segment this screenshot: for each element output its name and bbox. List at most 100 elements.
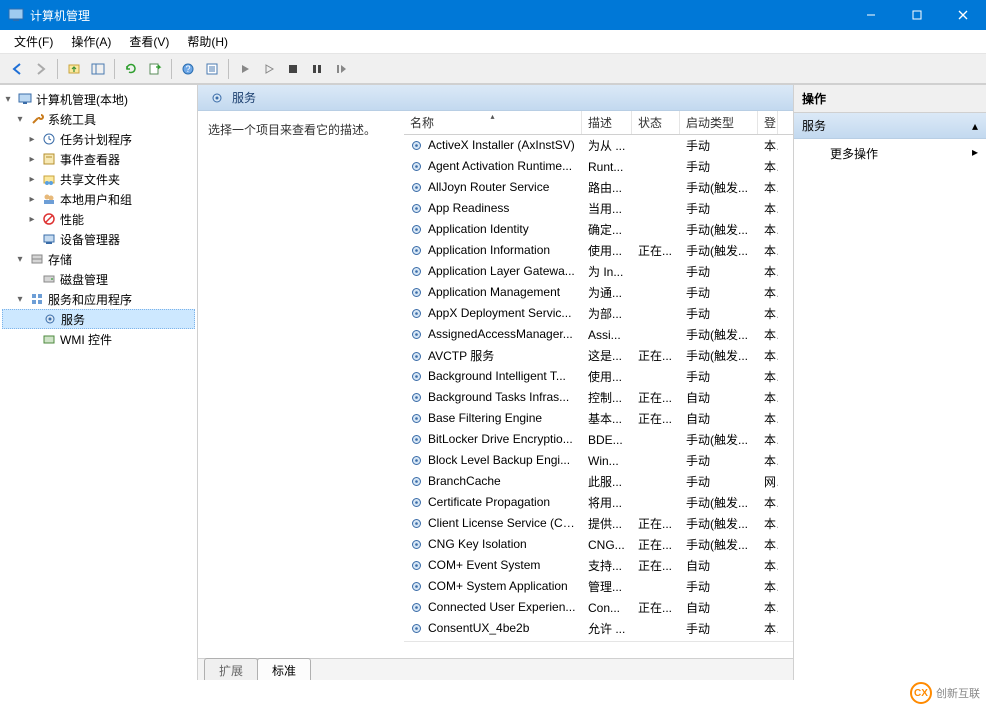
tree-task-scheduler[interactable]: ▸ 任务计划程序	[2, 129, 195, 149]
service-row[interactable]: COM+ Event System支持...正在...自动本	[404, 555, 793, 576]
show-hide-tree-button[interactable]	[87, 58, 109, 80]
tree-disk-management[interactable]: 磁盘管理	[2, 269, 195, 289]
tab-standard[interactable]: 标准	[257, 658, 311, 680]
service-row[interactable]: Base Filtering Engine基本...正在...自动本	[404, 408, 793, 429]
minimize-button[interactable]	[848, 0, 894, 30]
menu-file[interactable]: 文件(F)	[6, 30, 61, 53]
service-row[interactable]: COM+ System Application管理...手动本	[404, 576, 793, 597]
service-row[interactable]: CNG Key IsolationCNG...正在...手动(触发...本	[404, 534, 793, 555]
service-row[interactable]: Certificate Propagation将用...手动(触发...本	[404, 492, 793, 513]
expand-icon[interactable]: ▸	[26, 174, 38, 185]
column-status[interactable]: 状态	[632, 111, 680, 134]
service-row[interactable]: AppX Deployment Servic...为部...手动本	[404, 303, 793, 324]
device-icon	[41, 231, 57, 247]
tree-root[interactable]: ▾ 计算机管理(本地)	[2, 89, 195, 109]
back-button[interactable]	[6, 58, 28, 80]
service-row[interactable]: Background Intelligent T...使用...手动本	[404, 366, 793, 387]
gear-icon	[410, 160, 424, 174]
view-tabs: 扩展 标准	[198, 658, 793, 680]
maximize-button[interactable]	[894, 0, 940, 30]
service-row[interactable]: Agent Activation Runtime...Runt...手动本	[404, 156, 793, 177]
expand-icon[interactable]: ▸	[26, 154, 38, 165]
refresh-button[interactable]	[120, 58, 142, 80]
service-row[interactable]: App Readiness当用...手动本	[404, 198, 793, 219]
tree-performance[interactable]: ▸ 性能	[2, 209, 195, 229]
collapse-icon[interactable]: ▾	[14, 114, 26, 125]
cell-logon: 本	[758, 534, 778, 555]
service-row[interactable]: Application Management为通...手动本	[404, 282, 793, 303]
service-row[interactable]: ConsentUX_4be2b允许 ...手动本	[404, 618, 793, 639]
actions-more[interactable]: 更多操作 ▸	[794, 139, 986, 168]
service-row[interactable]: Application Layer Gatewa...为 In...手动本	[404, 261, 793, 282]
actions-pane: 操作 服务 ▴ 更多操作 ▸	[794, 85, 986, 680]
cell-name: ActiveX Installer (AxInstSV)	[404, 136, 582, 155]
tree-storage[interactable]: ▾ 存储	[2, 249, 195, 269]
service-row[interactable]: AllJoyn Router Service路由...手动(触发...本	[404, 177, 793, 198]
start-service-button[interactable]	[234, 58, 256, 80]
service-row[interactable]: BitLocker Drive Encryptio...BDE...手动(触发.…	[404, 429, 793, 450]
cell-logon: 本	[758, 387, 778, 408]
collapse-icon[interactable]: ▾	[14, 254, 26, 265]
service-row[interactable]: Application Identity确定...手动(触发...本	[404, 219, 793, 240]
cell-startup: 手动(触发...	[680, 492, 758, 513]
collapse-icon[interactable]: ▾	[14, 294, 26, 305]
menu-help[interactable]: 帮助(H)	[179, 30, 236, 53]
forward-button[interactable]	[30, 58, 52, 80]
cell-desc: 为部...	[582, 303, 632, 324]
service-row[interactable]: Client License Service (Cli...提供...正在...…	[404, 513, 793, 534]
export-button[interactable]	[144, 58, 166, 80]
play-button[interactable]	[258, 58, 280, 80]
app-icon	[8, 7, 24, 23]
navigation-tree[interactable]: ▾ 计算机管理(本地) ▾ 系统工具 ▸ 任务计划程序 ▸ 事件查看器 ▸ 共享…	[0, 85, 198, 680]
tree-shared-folders[interactable]: ▸ 共享文件夹	[2, 169, 195, 189]
horizontal-scrollbar[interactable]	[404, 641, 793, 658]
service-row[interactable]: Background Tasks Infras...控制...正在...自动本	[404, 387, 793, 408]
help-button[interactable]: ?	[177, 58, 199, 80]
cell-logon: 本	[758, 345, 778, 366]
gear-icon	[42, 311, 58, 327]
cell-status	[632, 291, 680, 295]
tree-label: 事件查看器	[60, 151, 120, 168]
stop-button[interactable]	[282, 58, 304, 80]
service-row[interactable]: Connected User Experien...Con...正在...自动本	[404, 597, 793, 618]
tree-services-apps[interactable]: ▾ 服务和应用程序	[2, 289, 195, 309]
column-logon[interactable]: 登	[758, 111, 778, 134]
restart-button[interactable]	[330, 58, 352, 80]
expand-icon[interactable]: ▸	[26, 194, 38, 205]
actions-section[interactable]: 服务 ▴	[794, 113, 986, 139]
tree-label: 存储	[48, 251, 72, 268]
close-button[interactable]	[940, 0, 986, 30]
menu-view[interactable]: 查看(V)	[121, 30, 177, 53]
tree-system-tools[interactable]: ▾ 系统工具	[2, 109, 195, 129]
cell-startup: 手动	[680, 198, 758, 219]
cell-name: BitLocker Drive Encryptio...	[404, 430, 582, 449]
toolbar-separator	[114, 59, 115, 79]
description-panel: 选择一个项目来查看它的描述。	[198, 111, 404, 658]
column-startup[interactable]: 启动类型	[680, 111, 758, 134]
collapse-icon[interactable]: ▾	[2, 94, 14, 105]
column-desc[interactable]: 描述	[582, 111, 632, 134]
tree-local-users[interactable]: ▸ 本地用户和组	[2, 189, 195, 209]
tree-services[interactable]: 服务	[2, 309, 195, 329]
expand-icon[interactable]: ▸	[26, 214, 38, 225]
service-row[interactable]: ActiveX Installer (AxInstSV)为从 ...手动本	[404, 135, 793, 156]
cell-startup: 手动(触发...	[680, 429, 758, 450]
expand-icon[interactable]: ▸	[26, 134, 38, 145]
menu-action[interactable]: 操作(A)	[63, 30, 119, 53]
gear-icon	[410, 580, 424, 594]
service-row[interactable]: Application Information使用...正在...手动(触发..…	[404, 240, 793, 261]
performance-icon	[41, 211, 57, 227]
properties-button[interactable]	[201, 58, 223, 80]
up-button[interactable]	[63, 58, 85, 80]
service-row[interactable]: AVCTP 服务这是...正在...手动(触发...本	[404, 345, 793, 366]
service-row[interactable]: Block Level Backup Engi...Win...手动本	[404, 450, 793, 471]
tree-device-manager[interactable]: 设备管理器	[2, 229, 195, 249]
column-name[interactable]: 名称▴	[404, 111, 582, 134]
list-body[interactable]: ActiveX Installer (AxInstSV)为从 ...手动本Age…	[404, 135, 793, 641]
tree-event-viewer[interactable]: ▸ 事件查看器	[2, 149, 195, 169]
tab-extended[interactable]: 扩展	[204, 658, 258, 680]
service-row[interactable]: AssignedAccessManager...Assi...手动(触发...本	[404, 324, 793, 345]
service-row[interactable]: BranchCache此服...手动网	[404, 471, 793, 492]
pause-button[interactable]	[306, 58, 328, 80]
tree-wmi[interactable]: WMI 控件	[2, 329, 195, 349]
